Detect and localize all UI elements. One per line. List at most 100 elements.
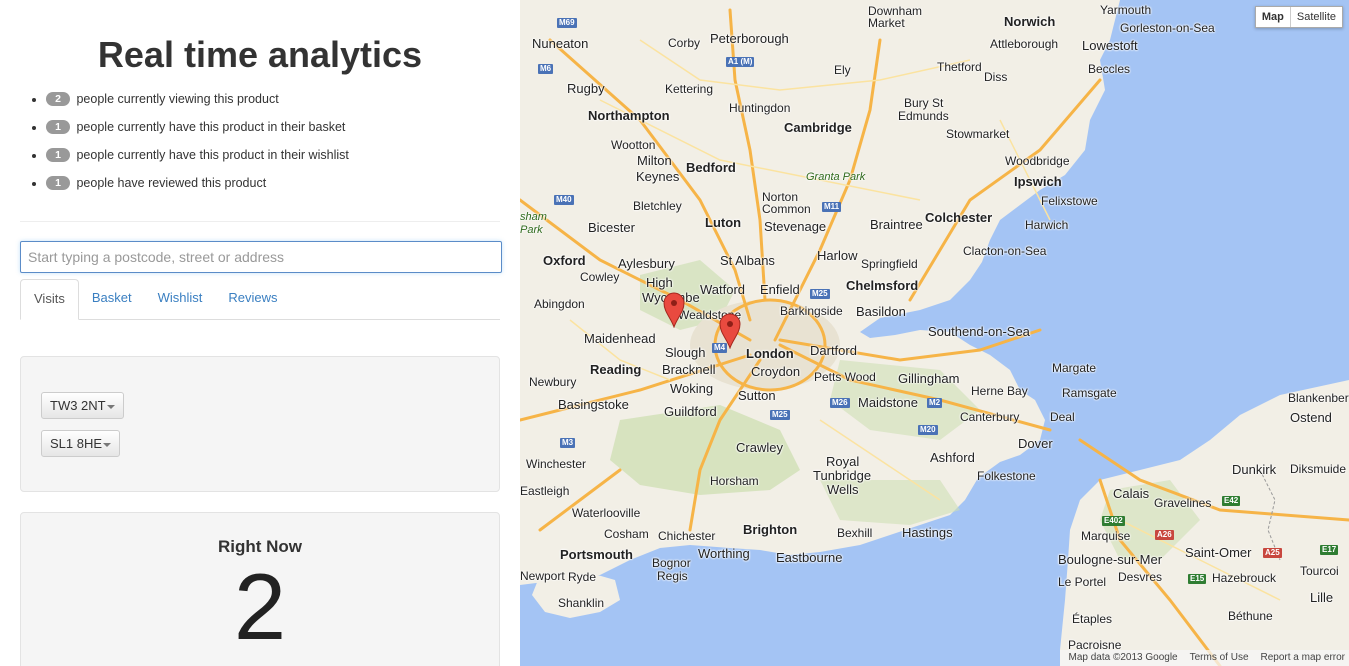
map-label: Norwich: [1004, 14, 1056, 29]
road-shield: M6: [538, 64, 554, 74]
postcode-label: TW3 2NT: [50, 398, 106, 413]
map-label: Stevenage: [764, 219, 827, 234]
map-label: Southend-on-Sea: [928, 324, 1030, 339]
divider: [20, 221, 500, 222]
stats-list: 2 people currently viewing this product …: [30, 89, 349, 201]
postcode-dropdown[interactable]: TW3 2NT: [41, 392, 124, 419]
analytics-panel: Real time analytics 2 people currently v…: [0, 0, 520, 666]
map-label: Desvres: [1118, 570, 1163, 584]
count-badge: 1: [46, 120, 70, 134]
map-label: Marquise: [1081, 529, 1131, 543]
map-label: Ostend: [1290, 410, 1332, 425]
location-marker-icon[interactable]: [663, 292, 685, 328]
map-label: Canterbury: [960, 410, 1020, 424]
map-label: Wootton: [611, 138, 656, 152]
map[interactable]: Nuneaton Corby Peterborough Downham Mark…: [520, 0, 1349, 666]
road-shield: E15: [1188, 574, 1207, 584]
page-title: Real time analytics: [97, 34, 423, 75]
map-label: Gravelines: [1154, 496, 1212, 510]
map-label: Regis: [657, 569, 688, 583]
road-shield: A1 (M): [726, 57, 755, 67]
map-label: Bletchley: [633, 199, 682, 213]
map-label: Hazebrouck: [1212, 571, 1277, 585]
map-label: Sutton: [738, 388, 776, 403]
list-item: 2 people currently viewing this product: [46, 89, 349, 117]
map-label: sham: [520, 211, 547, 223]
terms-of-use-link[interactable]: Terms of Use: [1190, 650, 1249, 666]
map-label: Boulogne-sur-Mer: [1058, 552, 1163, 567]
stat-text: people have reviewed this product: [76, 176, 267, 190]
map-label: St Albans: [720, 253, 775, 268]
map-label: Margate: [1052, 361, 1097, 375]
map-label: Hastings: [902, 525, 953, 540]
map-label: Lowestoft: [1082, 38, 1138, 53]
right-now-panel: Right Now 2: [20, 512, 500, 666]
map-label: Winchester: [526, 457, 587, 471]
map-type-control: Map Satellite: [1254, 6, 1343, 28]
map-label: Gillingham: [898, 371, 960, 386]
map-label: Springfield: [861, 257, 918, 271]
map-label: Kettering: [665, 82, 714, 96]
map-label: Saint-Omer: [1185, 545, 1252, 560]
map-label: Maidstone: [858, 395, 918, 410]
postcode-dropdown[interactable]: SL1 8HE: [41, 430, 121, 457]
map-label: Edmunds: [898, 109, 949, 123]
list-item: 1 people have reviewed this product: [46, 173, 349, 201]
count-badge: 1: [46, 148, 70, 162]
map-label: Northampton: [588, 108, 670, 123]
map-label: Dunkirk: [1232, 462, 1277, 477]
report-map-error-link[interactable]: Report a map error: [1261, 650, 1345, 666]
map-label: Maidenhead: [584, 331, 656, 346]
map-label: Herne Bay: [971, 384, 1028, 398]
map-label: Ipswich: [1014, 174, 1062, 189]
map-label: Dover: [1018, 436, 1053, 451]
map-label: Royal: [826, 454, 860, 469]
tab-basket[interactable]: Basket: [79, 279, 145, 320]
map-label: Milton: [637, 153, 672, 168]
road-shield: E17: [1320, 545, 1339, 555]
map-label: Tourcoi: [1300, 564, 1339, 578]
map-label: Eastleigh: [520, 484, 570, 498]
map-label: Rugby: [567, 81, 605, 96]
list-item: 1 people currently have this product in …: [46, 117, 349, 145]
map-label: Béthune: [1228, 609, 1273, 623]
map-label: Barkingside: [780, 304, 843, 318]
road-shield: M3: [560, 438, 576, 448]
road-shield: M2: [927, 398, 943, 408]
tab-visits[interactable]: Visits: [20, 279, 79, 320]
postcode-label: SL1 8HE: [50, 436, 103, 451]
map-type-map-button[interactable]: Map: [1256, 7, 1291, 27]
map-label: Crawley: [736, 440, 783, 455]
map-label: Watford: [700, 282, 746, 297]
road-shield: M40: [554, 195, 574, 205]
map-label: Colchester: [925, 210, 993, 225]
map-label: Attleborough: [990, 37, 1059, 51]
caret-down-icon: [103, 442, 112, 447]
map-attribution: Map data ©2013 Google Terms of Use Repor…: [1060, 650, 1349, 666]
map-label: Cambridge: [784, 120, 852, 135]
map-label: Basildon: [856, 304, 906, 319]
map-label: Woking: [670, 381, 714, 396]
map-label: Brighton: [743, 522, 798, 537]
address-search-input[interactable]: [20, 241, 502, 273]
map-label: Bedford: [686, 160, 736, 175]
road-shield: M20: [918, 425, 938, 435]
map-label: Bracknell: [662, 362, 716, 377]
map-type-satellite-button[interactable]: Satellite: [1291, 7, 1342, 27]
map-label: Étaples: [1072, 612, 1113, 626]
postcode-list-panel: TW3 2NT SL1 8HE: [20, 356, 500, 492]
road-shield: E42: [1222, 496, 1241, 506]
map-label: Dartford: [810, 343, 857, 358]
count-badge: 2: [46, 92, 70, 106]
map-label: Reading: [590, 362, 642, 377]
stat-text: people currently viewing this product: [76, 92, 279, 106]
map-label: High: [646, 275, 673, 290]
tab-wishlist[interactable]: Wishlist: [145, 279, 216, 320]
list-item: 1 people currently have this product in …: [46, 145, 349, 173]
map-label: Cosham: [604, 527, 649, 541]
stat-text: people currently have this product in th…: [76, 120, 346, 134]
location-marker-icon[interactable]: [719, 313, 741, 349]
road-shield: M26: [830, 398, 850, 408]
tab-reviews[interactable]: Reviews: [215, 279, 290, 320]
map-label: Market: [868, 16, 905, 30]
